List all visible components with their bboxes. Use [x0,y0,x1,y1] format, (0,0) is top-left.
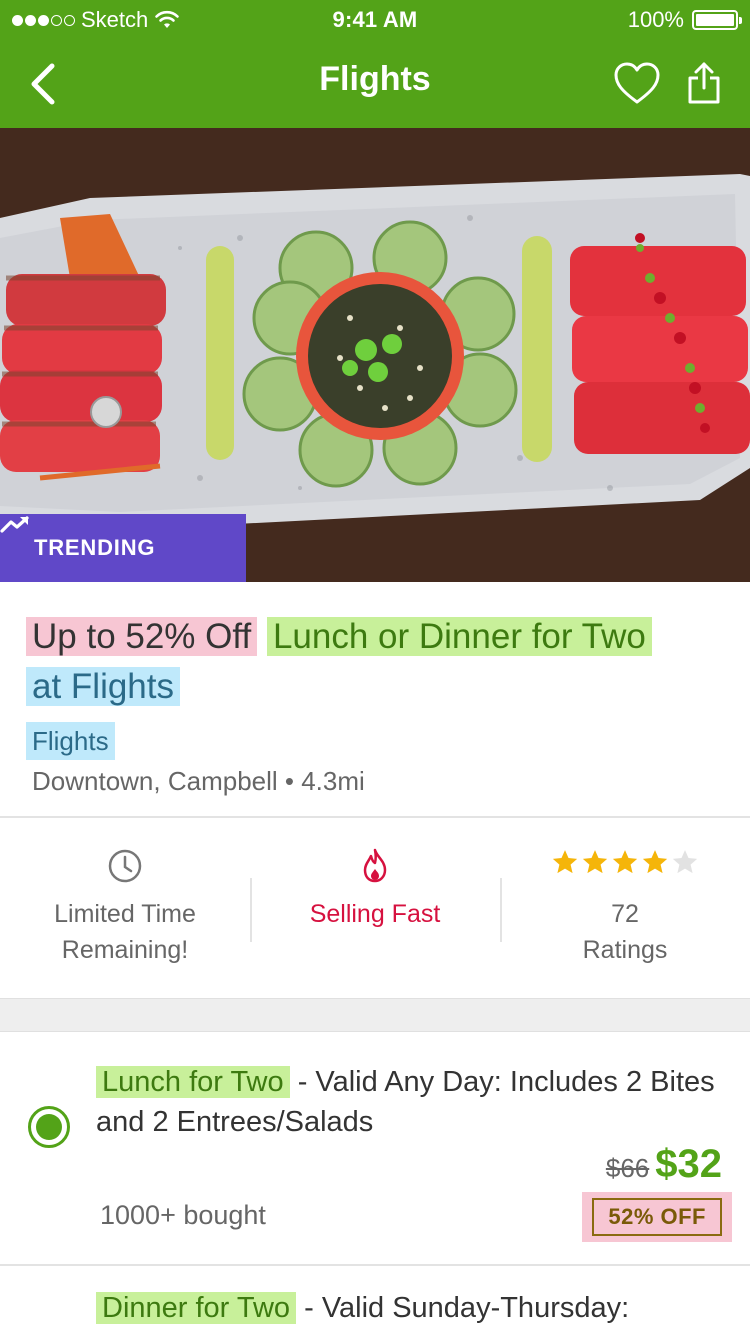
stat-time-line2: Remaining! [61,936,189,964]
stat-ratings[interactable]: 72 Ratings [500,820,750,998]
option-name: Dinner for Two [96,1292,297,1324]
deal-title-merchant: at Flights [26,667,180,706]
star-filled-icon [642,850,668,874]
deal-option[interactable]: Lunch for Two - Valid Any Day: Includes … [0,1032,750,1266]
deal-location: Downtown, Campbell • 4.3mi [32,766,365,796]
star-filled-icon [552,850,578,874]
option-description: Dinner for Two - Valid Sunday-Thursday: [96,1288,716,1328]
option-name: Lunch for Two [96,1066,290,1098]
trending-label: TRENDING [34,535,156,560]
option-detail: - Valid Sunday-Thursday: [296,1292,630,1324]
app-header: Sketch 9:41 AM 100% Flights [0,0,750,128]
deal-option[interactable]: Dinner for Two - Valid Sunday-Thursday: [0,1266,750,1334]
stat-selling-label: Selling Fast [309,900,441,928]
deal-title: Up to 52% Off Lunch or Dinner for Two at … [26,612,726,712]
option-radio[interactable] [28,1106,70,1148]
share-icon [688,62,720,104]
favorite-button[interactable] [612,60,662,108]
flame-icon [363,848,387,883]
stat-time-remaining: Limited Time Remaining! [0,820,250,998]
battery-percent: 100% [627,7,684,32]
deal-title-discount: Up to 52% Off [26,617,258,656]
star-filled-icon [612,850,638,874]
discount-badge: 52% OFF [592,1198,722,1236]
original-price: $66 [605,1153,650,1183]
bought-count: 1000+ bought [100,1200,266,1230]
option-prices: $66 $32 [606,1142,722,1187]
deal-stats: Limited Time Remaining! Selling Fast 72 … [0,820,750,998]
ratings-label: Ratings [582,936,668,964]
trending-up-icon [0,516,29,533]
clock-icon [108,849,142,883]
deal-info: Up to 52% Off Lunch or Dinner for Two at … [0,582,750,818]
option-description: Lunch for Two - Valid Any Day: Includes … [96,1062,716,1142]
stat-selling-fast: Selling Fast [250,820,500,998]
nav-bar: Flights [0,40,750,128]
share-button[interactable] [684,60,724,108]
discount-badge-wrap: 52% OFF [582,1192,732,1242]
battery-status: 100% [627,7,742,33]
deal-price: $32 [655,1142,722,1186]
status-bar: Sketch 9:41 AM 100% [0,0,750,40]
star-filled-icon [582,850,608,874]
battery-icon [692,10,742,30]
star-empty-icon [672,850,698,874]
deal-hero-image[interactable]: TRENDING [0,128,750,582]
section-divider [0,998,750,1032]
deal-title-offer: Lunch or Dinner for Two [266,617,652,656]
rating-stars [551,848,699,884]
trending-badge: TRENDING [0,514,246,582]
stat-time-line1: Limited Time [54,900,196,928]
heart-icon [614,62,660,104]
merchant-link[interactable]: Flights [26,722,115,760]
ratings-count: 72 [611,900,639,928]
